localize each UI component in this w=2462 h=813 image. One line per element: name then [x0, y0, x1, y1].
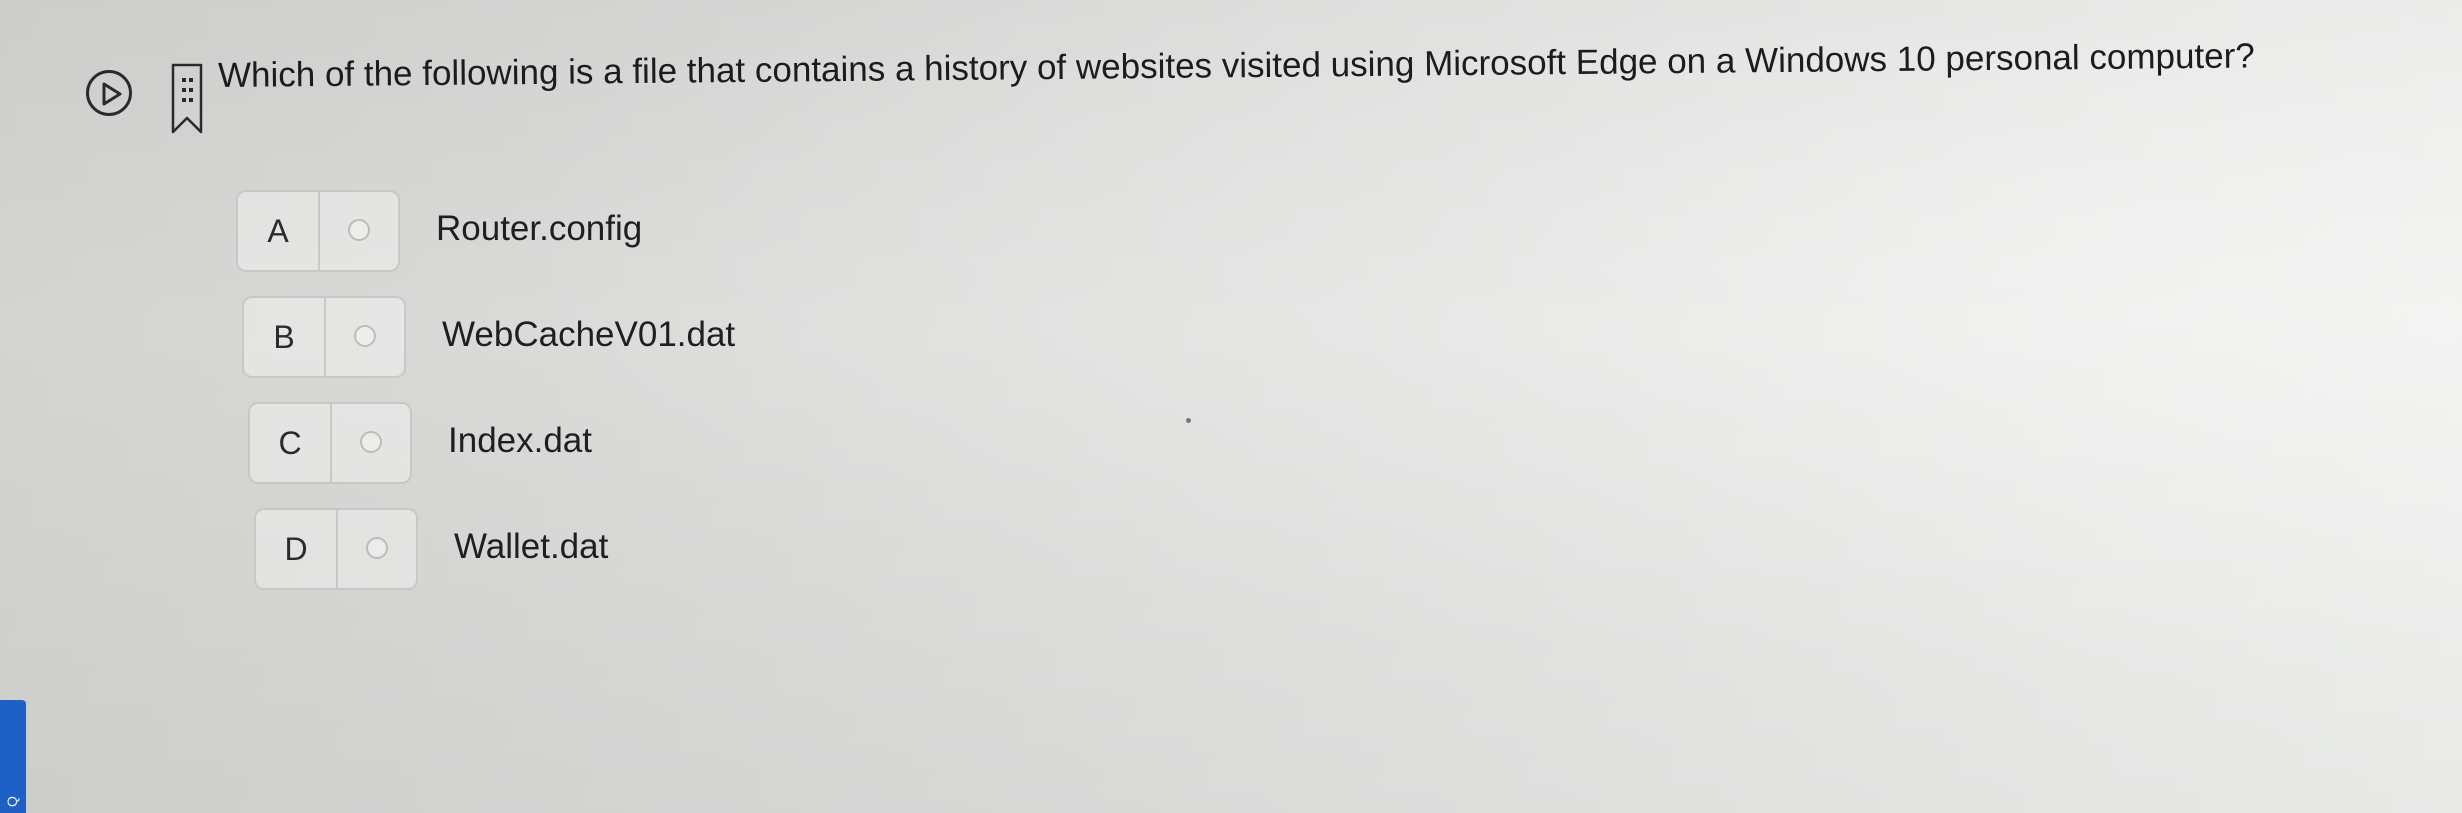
- option-b-label: WebCacheV01.dat: [442, 315, 736, 354]
- side-tab-label: Q: [4, 796, 20, 807]
- option-a-letter: A: [267, 213, 289, 249]
- option-c-letter: C: [278, 425, 302, 461]
- option-divider: [330, 404, 332, 482]
- option-a-radio[interactable]: [348, 219, 370, 241]
- option-d-label: Wallet.dat: [454, 527, 609, 566]
- option-divider: [318, 192, 320, 270]
- option-d-letter: D: [284, 531, 308, 567]
- play-audio-button[interactable]: [86, 70, 132, 116]
- option-a-box[interactable]: A: [236, 190, 400, 272]
- option-c-radio[interactable]: [360, 431, 382, 453]
- option-b-radio[interactable]: [354, 325, 376, 347]
- option-b-letter: B: [273, 319, 295, 355]
- bookmark-flag-icon: [171, 63, 203, 134]
- option-divider: [324, 298, 326, 376]
- side-panel-tab[interactable]: Q: [0, 700, 26, 813]
- option-c-box[interactable]: C: [248, 402, 412, 484]
- option-d-radio[interactable]: [366, 537, 388, 559]
- option-c-label: Index.dat: [448, 421, 592, 460]
- play-icon: [102, 82, 122, 106]
- option-a-label: Router.config: [436, 209, 643, 248]
- option-d-box[interactable]: D: [254, 508, 418, 590]
- option-divider: [336, 510, 338, 588]
- question-text: Which of the following is a file that co…: [217, 36, 2255, 95]
- bookmark-button[interactable]: [170, 62, 204, 136]
- screen-speck: [1186, 418, 1191, 423]
- option-b-box[interactable]: B: [242, 296, 406, 378]
